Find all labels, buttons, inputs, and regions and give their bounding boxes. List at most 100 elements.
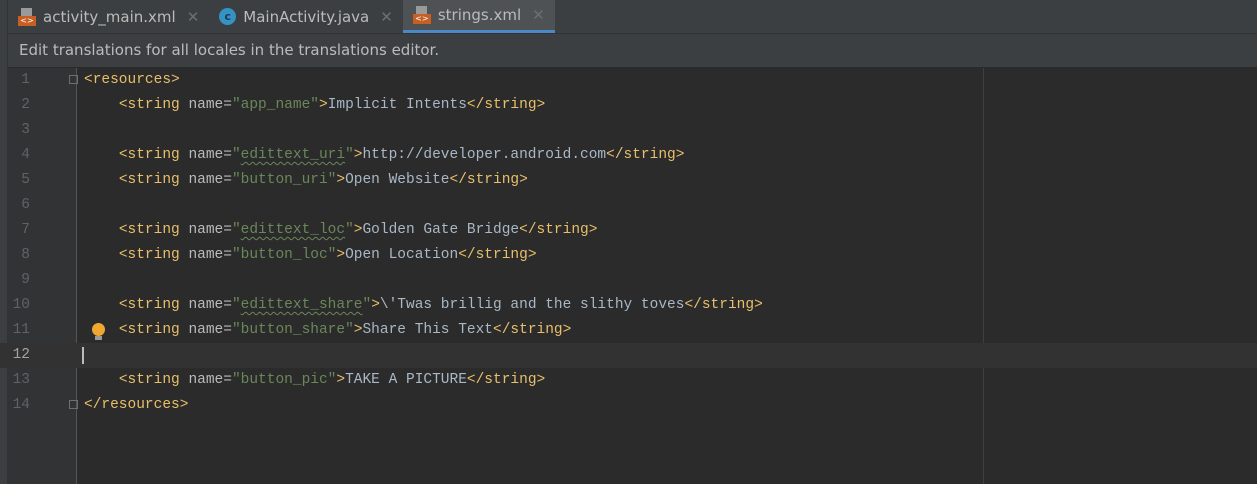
code-line[interactable]: 9	[0, 268, 1257, 293]
xml-tag: </string>	[606, 147, 685, 163]
line-number: 4	[21, 147, 30, 163]
xml-tag: <string	[118, 172, 189, 188]
code-content: </resources>	[84, 393, 188, 418]
attribute-name: name=	[188, 147, 232, 163]
code-line[interactable]: 3	[0, 118, 1257, 143]
lightbulb-icon[interactable]	[92, 323, 105, 340]
code-line[interactable]: 8 <string name="button_loc">Open Locatio…	[0, 243, 1257, 268]
attribute-name: name=	[188, 222, 232, 238]
tab-label: MainActivity.java	[243, 7, 370, 26]
line-number: 13	[12, 372, 30, 388]
tab-main-activity[interactable]: c MainActivity.java ✕	[209, 0, 403, 33]
attribute-value: button_uri	[240, 172, 328, 188]
line-number: 7	[21, 222, 30, 238]
code-editor[interactable]: 1 <resources> 2 <string name="app_name">Im…	[0, 68, 1257, 484]
tab-strings[interactable]: strings.xml ✕	[402, 0, 555, 33]
code-line[interactable]: 12	[0, 343, 1257, 368]
line-number: 12	[12, 347, 30, 363]
code-content: <resources>	[84, 68, 180, 93]
code-line[interactable]: 5 <string name="button_uri">Open Website…	[0, 168, 1257, 193]
xml-tag: <string	[118, 322, 189, 338]
tab-label: activity_main.xml	[43, 7, 176, 26]
string-value: TAKE A PICTURE	[345, 372, 467, 388]
code-line[interactable]: 1 <resources>	[0, 68, 1257, 93]
code-content: <string name="button_uri">Open Website</…	[84, 168, 528, 193]
attribute-value: "	[231, 172, 241, 188]
editor-tabs: activity_main.xml ✕ c MainActivity.java ✕ s…	[8, 0, 1257, 34]
translations-banner[interactable]: Edit translations for all locales in the…	[8, 34, 1257, 68]
line-number: 6	[21, 197, 30, 213]
fold-icon[interactable]	[69, 75, 78, 84]
string-value: \'Twas brillig and the slithy toves	[379, 297, 685, 313]
attribute-value: button_pic	[240, 372, 328, 388]
xml-tag: >	[336, 372, 346, 388]
xml-tag: </string>	[493, 322, 572, 338]
string-value: Implicit Intents	[327, 97, 467, 113]
code-line[interactable]: 6	[0, 193, 1257, 218]
java-class-icon: c	[219, 8, 237, 25]
attribute-value: "	[362, 297, 372, 313]
xml-tag: <string	[118, 222, 189, 238]
string-value: Open Website	[345, 172, 450, 188]
attribute-value: "	[231, 247, 241, 263]
string-value: http://developer.android.com	[362, 147, 607, 163]
fold-icon[interactable]	[69, 400, 78, 409]
attribute-value: "	[231, 322, 241, 338]
code-content: <string name="button_pic">TAKE A PICTURE…	[84, 368, 545, 393]
xml-tag: <string	[118, 147, 189, 163]
xml-tag: </resources>	[84, 397, 189, 413]
xml-tag: >	[336, 172, 346, 188]
attribute-value: app_name	[240, 97, 311, 113]
attribute-name: name=	[188, 97, 232, 113]
close-icon[interactable]: ✕	[532, 6, 545, 24]
string-value: Open Location	[345, 247, 459, 263]
line-number: 9	[21, 272, 30, 288]
attribute-name: name=	[188, 172, 232, 188]
tab-label: strings.xml	[437, 6, 522, 24]
code-line[interactable]: 4 <string name="edittext_uri">http://dev…	[0, 143, 1257, 168]
xml-tag: <string	[118, 372, 189, 388]
xml-tag: >	[318, 97, 328, 113]
line-number: 5	[21, 172, 30, 188]
attribute-value: "	[345, 322, 354, 338]
attribute-name: name=	[188, 372, 232, 388]
xml-tag: >	[371, 297, 380, 313]
attribute-value: "	[345, 222, 354, 238]
code-line[interactable]: 10 <string name="edittext_share">\'Twas …	[0, 293, 1257, 318]
attribute-value: button_loc	[240, 247, 328, 263]
attribute-value: edittext_loc	[240, 222, 346, 238]
code-line[interactable]: 2 <string name="app_name">Implicit Inten…	[0, 93, 1257, 118]
code-content: <string name="app_name">Implicit Intents…	[84, 93, 545, 118]
attribute-value: "	[231, 222, 241, 238]
code-line[interactable]: 14 </resources>	[0, 393, 1257, 418]
attribute-value: edittext_share	[240, 297, 363, 313]
code-line[interactable]: 11 <string name="button_share">Share Thi…	[0, 318, 1257, 343]
code-content: <string name="edittext_loc">Golden Gate …	[84, 218, 598, 243]
xml-tag: </string>	[519, 222, 598, 238]
code-content: <string name="edittext_uri">http://devel…	[84, 143, 685, 168]
attribute-value: "	[310, 97, 319, 113]
xml-tag: </string>	[466, 372, 546, 388]
line-number: 14	[12, 397, 30, 413]
xml-tag: </string>	[449, 172, 528, 188]
close-icon[interactable]: ✕	[187, 8, 200, 26]
attribute-name: name=	[188, 247, 232, 263]
xml-tag: </string>	[458, 247, 537, 263]
line-number: 11	[12, 322, 30, 338]
line-number: 10	[12, 297, 30, 313]
attribute-value: "	[345, 147, 354, 163]
tab-activity-main[interactable]: activity_main.xml ✕	[8, 0, 209, 33]
line-number: 1	[21, 72, 30, 88]
code-line[interactable]: 7 <string name="edittext_loc">Golden Gat…	[0, 218, 1257, 243]
attribute-value: "	[231, 147, 241, 163]
code-line[interactable]: 13 <string name="button_pic">TAKE A PICT…	[0, 368, 1257, 393]
code-content: <string name="edittext_share">\'Twas bri…	[84, 293, 763, 318]
close-icon[interactable]: ✕	[380, 8, 393, 26]
xml-tag: >	[336, 247, 346, 263]
line-number: 2	[21, 97, 30, 113]
code-content: <string name="button_loc">Open Location<…	[84, 243, 537, 268]
string-value: Golden Gate Bridge	[362, 222, 520, 238]
xml-tag: <string	[118, 97, 189, 113]
xml-tag: <string	[118, 297, 189, 313]
text-caret	[82, 347, 84, 364]
